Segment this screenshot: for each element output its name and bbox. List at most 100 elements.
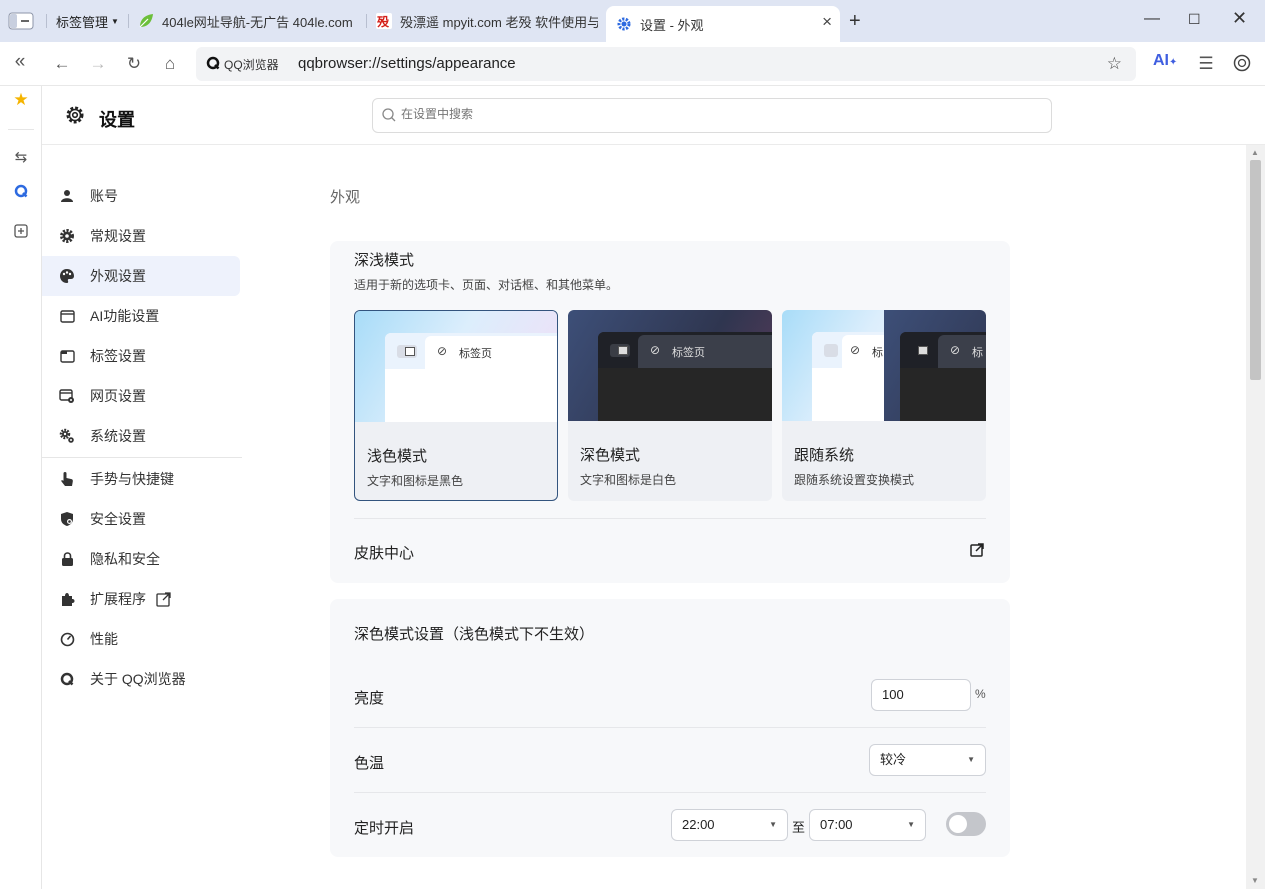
nav-item-label: 性能 bbox=[90, 631, 118, 647]
nav-item-tabs[interactable]: 标签设置 bbox=[42, 336, 242, 376]
nav-item-performance[interactable]: 性能 bbox=[42, 619, 242, 659]
url-text[interactable]: qqbrowser://settings/appearance bbox=[298, 55, 516, 72]
nav-item-general[interactable]: 常规设置 bbox=[42, 216, 242, 256]
shield-icon bbox=[58, 510, 76, 528]
preview-tab-icon: ⊘ bbox=[850, 343, 861, 357]
close-window-icon[interactable]: ✕ bbox=[1232, 8, 1247, 29]
nav-item-privacy[interactable]: 隐私和安全 bbox=[42, 539, 242, 579]
nav-item-label: AI功能设置 bbox=[90, 308, 160, 324]
system-gears-icon bbox=[58, 427, 76, 445]
browser-brand: QQ浏览器 bbox=[206, 56, 279, 73]
schedule-toggle[interactable] bbox=[946, 812, 986, 836]
end-time-select[interactable]: 07:00 ▼ bbox=[809, 809, 926, 841]
nav-item-label: 外观设置 bbox=[90, 268, 146, 284]
nav-item-webpage[interactable]: 网页设置 bbox=[42, 376, 242, 416]
color-temp-select[interactable]: 较冷 ▼ bbox=[869, 744, 986, 776]
left-rail: ★ ⇆ bbox=[0, 86, 42, 889]
settings-header: 设置 bbox=[42, 86, 1265, 145]
preview-tab-icon: ⊘ bbox=[437, 344, 448, 358]
puzzle-icon bbox=[58, 590, 76, 608]
mpyit-logo-icon: 殁 bbox=[376, 13, 392, 29]
brightness-label: 亮度 bbox=[354, 690, 385, 707]
nav-item-security[interactable]: 安全设置 bbox=[42, 499, 242, 539]
new-tab-button[interactable]: + bbox=[849, 10, 861, 33]
nav-item-gestures[interactable]: 手势与快捷键 bbox=[42, 459, 242, 499]
favorites-star-icon[interactable]: ★ bbox=[11, 90, 31, 110]
preview-tab-icon: ⊘ bbox=[950, 343, 961, 357]
sync-arrows-icon[interactable]: ⇆ bbox=[11, 148, 31, 168]
to-label: 至 bbox=[792, 820, 806, 835]
address-bar[interactable]: QQ浏览器 qqbrowser://settings/appearance ☆ bbox=[196, 47, 1136, 81]
external-link-icon bbox=[156, 591, 171, 607]
vertical-scrollbar[interactable]: ▲ ▼ bbox=[1246, 145, 1265, 889]
account-avatar-icon[interactable] bbox=[1232, 54, 1252, 74]
nav-item-label: 安全设置 bbox=[90, 511, 146, 527]
forward-icon[interactable]: → bbox=[88, 54, 108, 74]
follow-system-option[interactable]: ⊘ 标 ⊘ 标 跟随系统 跟随系统设置变换模式 bbox=[782, 310, 986, 501]
qq-browser-icon bbox=[206, 56, 220, 73]
preview-tab-label: 标签页 bbox=[672, 347, 705, 359]
dropdown-arrow-icon: ▼ bbox=[769, 820, 777, 829]
theme-card-subtitle: 适用于新的选项卡、页面、对话框、和其他菜单。 bbox=[354, 278, 619, 292]
settings-search[interactable] bbox=[372, 98, 1052, 133]
nav-item-label: 关于 QQ浏览器 bbox=[90, 671, 186, 687]
nav-item-system[interactable]: 系统设置 bbox=[42, 416, 242, 456]
start-time-select[interactable]: 22:00 ▼ bbox=[671, 809, 788, 841]
reading-list-icon[interactable]: ☰ bbox=[1196, 54, 1216, 74]
scrollbar-thumb[interactable] bbox=[1250, 160, 1261, 380]
nav-item-label: 手势与快捷键 bbox=[90, 471, 174, 487]
nav-item-label: 网页设置 bbox=[90, 388, 146, 404]
close-tab-icon[interactable]: × bbox=[822, 13, 832, 30]
row-divider bbox=[354, 792, 986, 793]
minimize-icon[interactable]: — bbox=[1144, 10, 1160, 28]
search-input[interactable] bbox=[401, 107, 1001, 121]
external-link-icon[interactable] bbox=[970, 543, 984, 557]
tab-title: 404le网址导航-无广告 404le.com bbox=[162, 14, 353, 30]
nav-item-label: 标签设置 bbox=[90, 348, 146, 364]
nav-item-account[interactable]: 账号 bbox=[42, 176, 242, 216]
tab-manager-label: 标签管理 bbox=[56, 15, 109, 30]
home-icon[interactable]: ⌂ bbox=[160, 54, 180, 74]
dark-mode-option[interactable]: ⊘ 标签页 深色模式 文字和图标是白色 bbox=[568, 310, 772, 501]
maximize-icon[interactable]: ☐ bbox=[1188, 11, 1201, 28]
ai-assistant-button[interactable]: AI✦ bbox=[1153, 52, 1177, 70]
collapse-sidebar-icon[interactable]: « bbox=[10, 52, 30, 72]
bookmark-star-icon[interactable]: ☆ bbox=[1107, 54, 1122, 74]
add-panel-icon[interactable] bbox=[11, 224, 31, 244]
nav-item-ai[interactable]: AI功能设置 bbox=[42, 296, 242, 336]
nav-item-label: 扩展程序 bbox=[90, 591, 146, 607]
nav-divider bbox=[42, 457, 242, 458]
nav-item-about[interactable]: 关于 QQ浏览器 bbox=[42, 659, 242, 699]
reload-icon[interactable]: ↻ bbox=[124, 54, 144, 74]
qq-browser-icon[interactable] bbox=[11, 184, 31, 204]
lock-icon bbox=[58, 550, 76, 568]
dark-card-title: 深色模式设置（浅色模式下不生效） bbox=[354, 626, 595, 643]
color-temp-label: 色温 bbox=[354, 755, 385, 772]
back-icon[interactable]: ← bbox=[52, 54, 72, 74]
nav-item-label: 账号 bbox=[90, 188, 118, 204]
caret-down-icon: ▼ bbox=[111, 17, 119, 26]
settings-nav: 账号 常规设置 外观设置 AI功能设置 标签设置 网页设置 系统设置 手势与快捷… bbox=[42, 176, 242, 699]
light-mode-option[interactable]: ⊘ 标签页 浅色模式 文字和图标是黑色 bbox=[354, 310, 558, 501]
svg-text:殁: 殁 bbox=[377, 14, 390, 29]
mode-desc: 文字和图标是黑色 bbox=[367, 474, 464, 488]
palette-icon bbox=[58, 267, 76, 285]
nav-item-appearance[interactable]: 外观设置 bbox=[42, 256, 240, 296]
light-mode-preview: ⊘ 标签页 bbox=[355, 311, 557, 422]
section-heading: 外观 bbox=[330, 189, 361, 206]
tab-mpyit[interactable]: 殁 殁漂遥 mpyit.com 老殁 软件使用与 bbox=[376, 6, 598, 36]
tab-title: 设置 - 外观 bbox=[640, 17, 704, 33]
tab-settings-appearance[interactable]: 设置 - 外观 × bbox=[606, 6, 840, 42]
scroll-up-icon[interactable]: ▲ bbox=[1251, 148, 1259, 157]
search-icon bbox=[381, 107, 397, 123]
skin-center-link[interactable]: 皮肤中心 bbox=[354, 542, 414, 563]
sidebar-toggle-icon[interactable] bbox=[8, 12, 34, 30]
scroll-down-icon[interactable]: ▼ bbox=[1251, 876, 1259, 885]
gear-icon bbox=[64, 104, 86, 126]
dropdown-arrow-icon: ▼ bbox=[907, 820, 915, 829]
nav-item-extensions[interactable]: 扩展程序 bbox=[42, 579, 242, 619]
tab-404le[interactable]: 404le网址导航-无广告 404le.com bbox=[138, 6, 358, 36]
brightness-input[interactable]: 100 bbox=[871, 679, 971, 711]
mode-name: 浅色模式 bbox=[367, 448, 428, 465]
tab-manager-menu[interactable]: 标签管理 ▼ bbox=[56, 12, 119, 31]
